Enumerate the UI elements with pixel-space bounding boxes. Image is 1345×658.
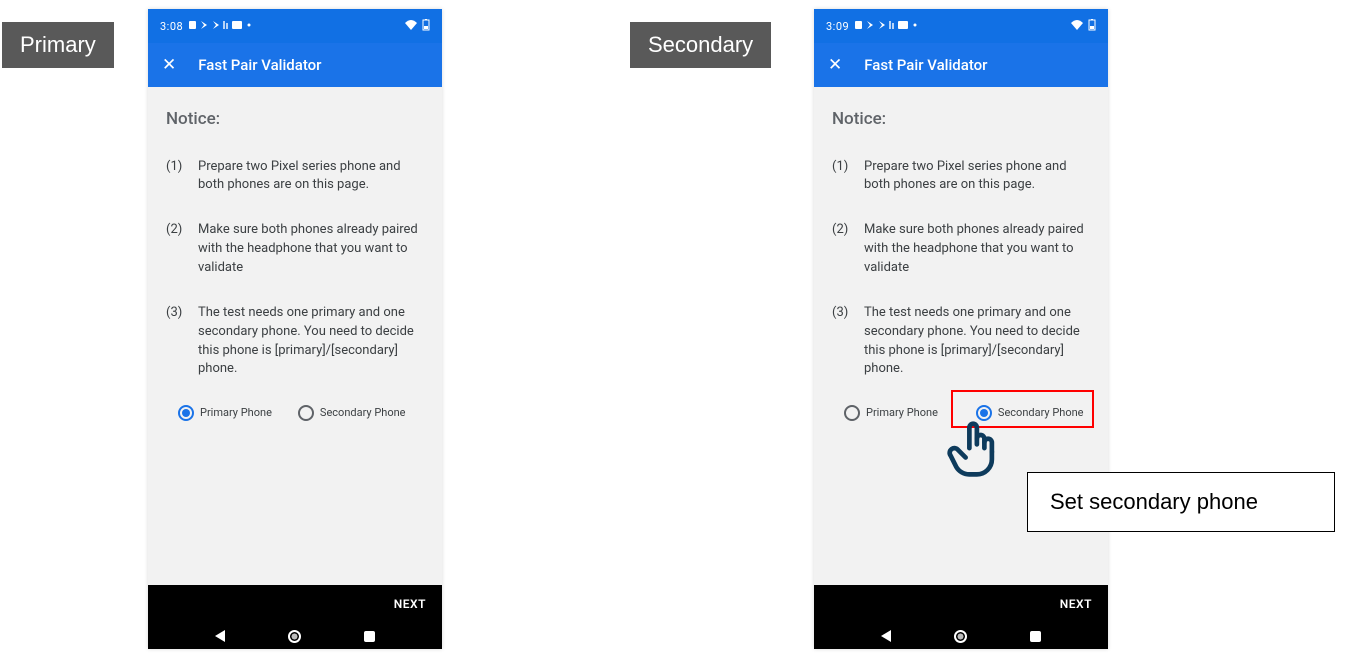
battery-icon	[422, 19, 430, 34]
notice-heading: Notice:	[166, 107, 424, 132]
recent-icon[interactable]	[364, 631, 375, 642]
status-bar: 3:09	[814, 9, 1108, 43]
home-icon[interactable]	[954, 630, 967, 643]
clock: 3:08	[160, 20, 183, 33]
home-icon[interactable]	[288, 630, 301, 643]
footer-bar: NEXT	[148, 585, 442, 649]
pointer-hand-icon	[945, 420, 1005, 480]
radio-group: Primary Phone Secondary Phone	[166, 405, 424, 421]
close-icon[interactable]: ✕	[162, 55, 176, 75]
step-3: (3) The test needs one primary and one s…	[832, 304, 1090, 379]
content-area: Notice: (1) Prepare two Pixel series pho…	[148, 87, 442, 433]
radio-group: Primary Phone Secondary Phone	[832, 405, 1090, 421]
next-button[interactable]: NEXT	[394, 597, 426, 611]
radio-secondary-label: Secondary Phone	[998, 405, 1084, 421]
wifi-icon	[1070, 19, 1084, 34]
step-3: (3) The test needs one primary and one s…	[166, 304, 424, 379]
wifi-icon	[404, 19, 418, 34]
radio-primary-label: Primary Phone	[200, 405, 272, 421]
back-icon[interactable]	[215, 630, 225, 642]
navigation-bar	[148, 623, 442, 649]
recent-icon[interactable]	[1030, 631, 1041, 642]
radio-primary-phone[interactable]: Primary Phone	[178, 405, 272, 421]
phone-secondary: 3:09 ✕ Fast Pair Validator	[814, 9, 1108, 649]
step-2: (2) Make sure both phones already paired…	[832, 221, 1090, 278]
annotation-callout: Set secondary phone	[1027, 472, 1335, 532]
close-icon[interactable]: ✕	[828, 55, 842, 75]
content-area: Notice: (1) Prepare two Pixel series pho…	[814, 87, 1108, 433]
navigation-bar	[814, 623, 1108, 649]
back-icon[interactable]	[881, 630, 891, 642]
label-secondary: Secondary	[630, 22, 771, 68]
battery-icon	[1088, 19, 1096, 34]
app-bar: ✕ Fast Pair Validator	[814, 43, 1108, 87]
app-bar: ✕ Fast Pair Validator	[148, 43, 442, 87]
radio-secondary-phone[interactable]: Secondary Phone	[976, 405, 1084, 421]
notice-heading: Notice:	[832, 107, 1090, 132]
radio-primary-phone[interactable]: Primary Phone	[844, 405, 938, 421]
step-1: (1) Prepare two Pixel series phone and b…	[832, 158, 1090, 196]
step-1: (1) Prepare two Pixel series phone and b…	[166, 158, 424, 196]
phone-primary: 3:08 ✕ Fast Pair Validator	[148, 9, 442, 649]
status-icons	[855, 19, 925, 34]
radio-secondary-phone[interactable]: Secondary Phone	[298, 405, 406, 421]
clock: 3:09	[826, 20, 849, 33]
status-icons	[189, 19, 259, 34]
footer-bar: NEXT	[814, 585, 1108, 649]
next-button[interactable]: NEXT	[1060, 597, 1092, 611]
label-primary: Primary	[2, 22, 114, 68]
app-title: Fast Pair Validator	[864, 56, 987, 74]
app-title: Fast Pair Validator	[198, 56, 321, 74]
step-2: (2) Make sure both phones already paired…	[166, 221, 424, 278]
radio-primary-label: Primary Phone	[866, 405, 938, 421]
status-bar: 3:08	[148, 9, 442, 43]
radio-secondary-label: Secondary Phone	[320, 405, 406, 421]
